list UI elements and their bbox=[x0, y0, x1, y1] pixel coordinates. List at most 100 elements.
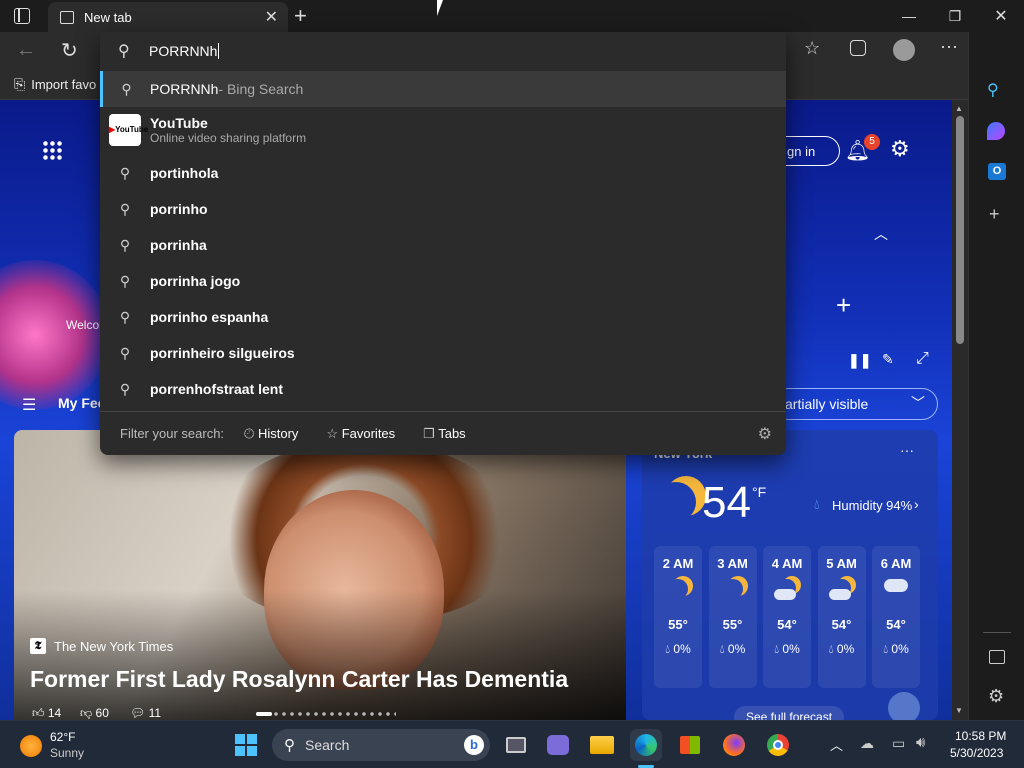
hourly-forecast-item[interactable]: 5 AM 54° 💧︎ 0% bbox=[817, 546, 866, 688]
volume-icon[interactable]: 🔊︎ bbox=[916, 734, 925, 751]
moon-icon bbox=[656, 482, 696, 522]
see-full-forecast-button[interactable]: See full forecast bbox=[734, 706, 845, 720]
filter-history-button[interactable]: 🕘︎ History bbox=[244, 426, 298, 442]
cloud-offline-icon[interactable]: ☁ bbox=[860, 735, 874, 752]
refresh-icon[interactable]: ↻ bbox=[61, 38, 78, 63]
youtube-logo-text: YouTube bbox=[115, 125, 149, 134]
taskbar-search-box[interactable]: ⚲ Search b bbox=[272, 729, 490, 761]
suggestion-item[interactable]: ⚲ portinhola bbox=[100, 155, 786, 191]
youtube-text: YouTube Online video sharing platform bbox=[150, 115, 306, 145]
suggestion-item[interactable]: ⚲ porrinheiro silgueiros bbox=[100, 335, 786, 371]
teams-chat-icon[interactable] bbox=[542, 729, 574, 761]
favorites-icon[interactable]: ☆ bbox=[804, 38, 820, 59]
hour-precip: 0% bbox=[727, 642, 746, 656]
add-sidebar-app-icon[interactable]: + bbox=[989, 204, 1000, 225]
hourly-forecast-item[interactable]: 2 AM 55° 💧︎ 0% bbox=[654, 546, 702, 688]
filter-tabs-button[interactable]: ❐ Tabs bbox=[423, 426, 466, 442]
scroll-up-arrow[interactable]: ▲ bbox=[955, 104, 963, 113]
filter-favorites-button[interactable]: ☆ Favorites bbox=[326, 426, 395, 442]
network-icon[interactable]: ▭ bbox=[892, 735, 905, 752]
news-headline[interactable]: Former First Lady Rosalynn Carter Has De… bbox=[30, 666, 568, 693]
file-explorer-icon[interactable] bbox=[586, 729, 618, 761]
like-button[interactable]: 👍︎ 14 bbox=[32, 706, 61, 720]
hide-sidebar-icon[interactable] bbox=[989, 650, 1005, 664]
weather-card[interactable]: New York ··· 54 °F 💧︎ Humidity 94% › 2 A… bbox=[642, 430, 938, 720]
address-bar[interactable]: ⚲ PORRNNh bbox=[100, 32, 786, 70]
new-tab-button[interactable]: + bbox=[294, 3, 307, 29]
weather-widget[interactable]: 62°F Sunny bbox=[20, 730, 120, 760]
chevron-right-icon[interactable]: › bbox=[914, 496, 919, 512]
suggestion-item[interactable]: ⚲ porrinho espanha bbox=[100, 299, 786, 335]
suggestion-youtube[interactable]: ▶YouTube YouTube Online video sharing pl… bbox=[100, 109, 786, 151]
my-feed-tab[interactable]: My Fee bbox=[58, 395, 105, 411]
search-icon: ⚲ bbox=[119, 380, 131, 397]
news-scrim bbox=[14, 590, 626, 720]
weather-more-icon[interactable]: ··· bbox=[900, 442, 914, 458]
hour-temp: 55° bbox=[668, 617, 688, 632]
suggestion-text: porrinha bbox=[150, 237, 207, 253]
close-window-button[interactable]: ✕ bbox=[978, 0, 1024, 32]
hourly-forecast-item[interactable]: 4 AM 54° 💧︎ 0% bbox=[763, 546, 811, 688]
suggestion-item[interactable]: ⚲ porrinha bbox=[100, 227, 786, 263]
import-favorites-button[interactable]: ⎘ Import favo bbox=[14, 76, 96, 93]
search-icon: ⚲ bbox=[284, 737, 295, 754]
apps-launcher-icon[interactable] bbox=[42, 140, 62, 160]
firefox-icon[interactable] bbox=[718, 729, 750, 761]
pause-icon[interactable]: ❚❚ bbox=[848, 352, 871, 369]
store-icon[interactable] bbox=[674, 729, 706, 761]
scroll-thumb[interactable] bbox=[956, 116, 964, 344]
restore-button[interactable]: ❐ bbox=[932, 0, 978, 32]
back-icon[interactable]: ← bbox=[16, 39, 36, 62]
taskbar-time[interactable]: 10:58 PM bbox=[955, 729, 1006, 743]
search-icon[interactable]: ⚲ bbox=[987, 80, 999, 100]
collapse-chevron-icon[interactable]: ︿ bbox=[874, 224, 888, 244]
weather-humidity[interactable]: Humidity 94% bbox=[832, 498, 912, 513]
suggestion-bing-search[interactable]: ⚲ PORRNNh - Bing Search bbox=[100, 71, 786, 107]
tab-new-tab[interactable]: New tab ✕ bbox=[48, 2, 288, 32]
edge-taskbar-icon[interactable] bbox=[630, 729, 662, 761]
suggestion-item[interactable]: ⚲ porrenhofstraat lent bbox=[100, 371, 786, 407]
chrome-icon[interactable] bbox=[762, 729, 794, 761]
hour-time: 6 AM bbox=[880, 556, 912, 571]
hourly-forecast-item[interactable]: 6 AM 54° 💧︎ 0% bbox=[872, 546, 920, 688]
more-options-icon[interactable]: ··· bbox=[940, 36, 958, 57]
expand-icon[interactable]: ⤢ bbox=[916, 350, 929, 368]
search-settings-icon[interactable]: ⚙ bbox=[758, 424, 772, 444]
collections-icon[interactable] bbox=[850, 40, 866, 56]
droplet-icon: 💧︎ bbox=[883, 642, 889, 656]
youtube-logo-container: ▶YouTube bbox=[100, 114, 150, 146]
minimize-button[interactable]: — bbox=[886, 0, 932, 32]
taskbar-date[interactable]: 5/30/2023 bbox=[950, 746, 1003, 760]
hourly-forecast-item[interactable]: 3 AM 55° 💧︎ 0% bbox=[708, 546, 757, 688]
hour-precip: 0% bbox=[782, 642, 800, 656]
dislike-button[interactable]: 👎︎ 60 bbox=[80, 706, 109, 720]
moon-cloud-icon bbox=[763, 579, 811, 603]
suggestion-item[interactable]: ⚲ porrinho bbox=[100, 191, 786, 227]
vertical-scrollbar[interactable]: ▲ ▼ bbox=[952, 100, 968, 720]
sign-in-label: gn in bbox=[787, 143, 816, 159]
droplet-icon: 💧︎ bbox=[774, 642, 780, 656]
comments-button[interactable]: 💬︎ 11 bbox=[130, 706, 161, 720]
tab-actions-icon[interactable] bbox=[14, 8, 30, 24]
copilot-icon[interactable] bbox=[987, 122, 1005, 140]
settings-gear-icon[interactable]: ⚙ bbox=[890, 136, 910, 162]
address-input[interactable]: PORRNNh bbox=[149, 43, 220, 59]
hour-temp: 55° bbox=[722, 617, 743, 632]
close-tab-icon[interactable]: ✕ bbox=[265, 7, 278, 27]
suggestion-item[interactable]: ⚲ porrinha jogo bbox=[100, 263, 786, 299]
feed-menu-icon[interactable]: ☰ bbox=[22, 395, 36, 415]
weather-avatar[interactable] bbox=[888, 692, 920, 720]
profile-avatar[interactable] bbox=[893, 39, 915, 61]
scroll-down-arrow[interactable]: ▼ bbox=[955, 706, 963, 715]
show-hidden-icons-chevron[interactable]: ︿ bbox=[830, 735, 843, 754]
news-card[interactable]: 𝕿 The New York Times Former First Lady R… bbox=[14, 430, 626, 720]
start-windows-icon[interactable] bbox=[230, 729, 262, 761]
task-view-icon[interactable] bbox=[500, 729, 532, 761]
customize-icon[interactable]: ✎ bbox=[882, 351, 894, 368]
outlook-icon[interactable]: O bbox=[988, 163, 1006, 180]
carousel-dots[interactable] bbox=[256, 712, 396, 716]
tabs-icon: ❐ bbox=[423, 425, 435, 441]
add-shortcut-icon[interactable]: + bbox=[836, 290, 851, 321]
content-visibility-select[interactable]: artially visible ﹀ bbox=[772, 388, 938, 420]
sidebar-settings-icon[interactable]: ⚙ bbox=[988, 686, 1004, 707]
